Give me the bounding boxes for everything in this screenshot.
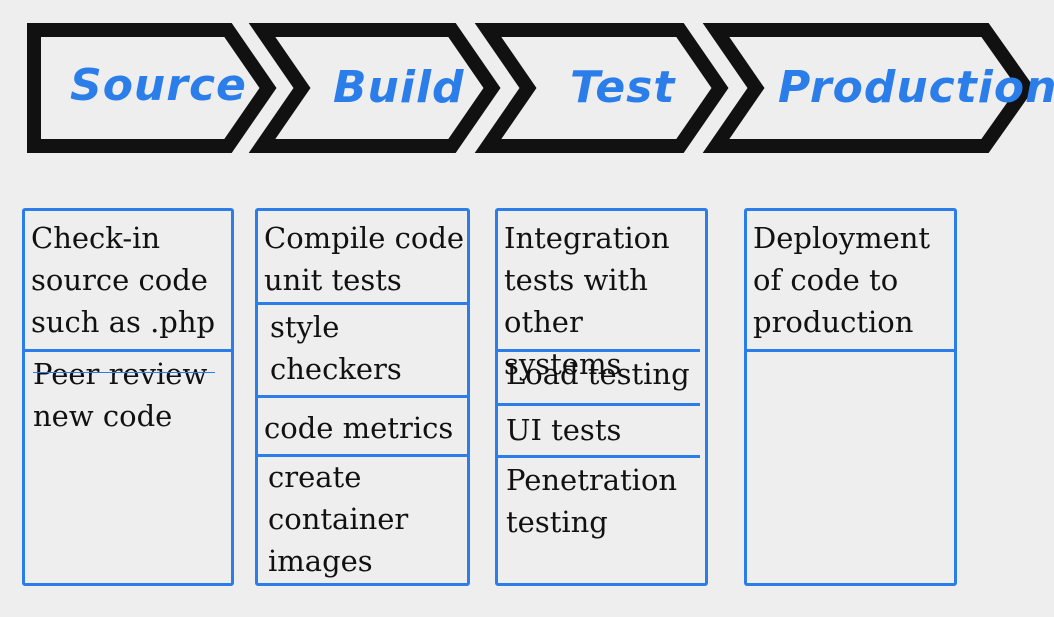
stage-build-label: Build [333, 62, 465, 113]
stage-production-label: Production [778, 62, 1054, 113]
pipeline-stages: Source Build Test Production [0, 0, 1054, 180]
source-column: Check-in source code such as .php Peer r… [22, 208, 234, 586]
build-style-checkers-cell: style checkers [270, 310, 402, 386]
production-deployment-cell: Deployment of code to production [753, 221, 931, 339]
build-code-metrics-cell: code metrics [264, 411, 454, 445]
divider [258, 302, 467, 305]
source-peer-review-cell: Peer review new code [33, 357, 208, 433]
divider [25, 349, 231, 352]
test-penetration-cell: Penetration testing [506, 463, 678, 539]
peer-review-strikethrough [33, 372, 215, 373]
divider [747, 349, 954, 352]
build-container-images-cell: create container images [268, 460, 409, 578]
build-compile-cell: Compile code unit tests [264, 221, 465, 297]
divider [495, 349, 700, 352]
production-column: Deployment of code to production [744, 208, 957, 586]
source-checkin-cell: Check-in source code such as .php [31, 221, 216, 339]
build-column: Compile code unit tests style checkers c… [255, 208, 470, 586]
stage-test-label: Test [570, 62, 676, 113]
divider [258, 395, 467, 398]
divider [495, 455, 700, 458]
test-load-testing-cell: Load testing [506, 357, 690, 391]
test-column: Integration tests with other systems Loa… [495, 208, 708, 586]
test-ui-tests-cell: UI tests [506, 413, 622, 447]
divider [495, 403, 700, 406]
stage-source-label: Source [70, 60, 247, 111]
